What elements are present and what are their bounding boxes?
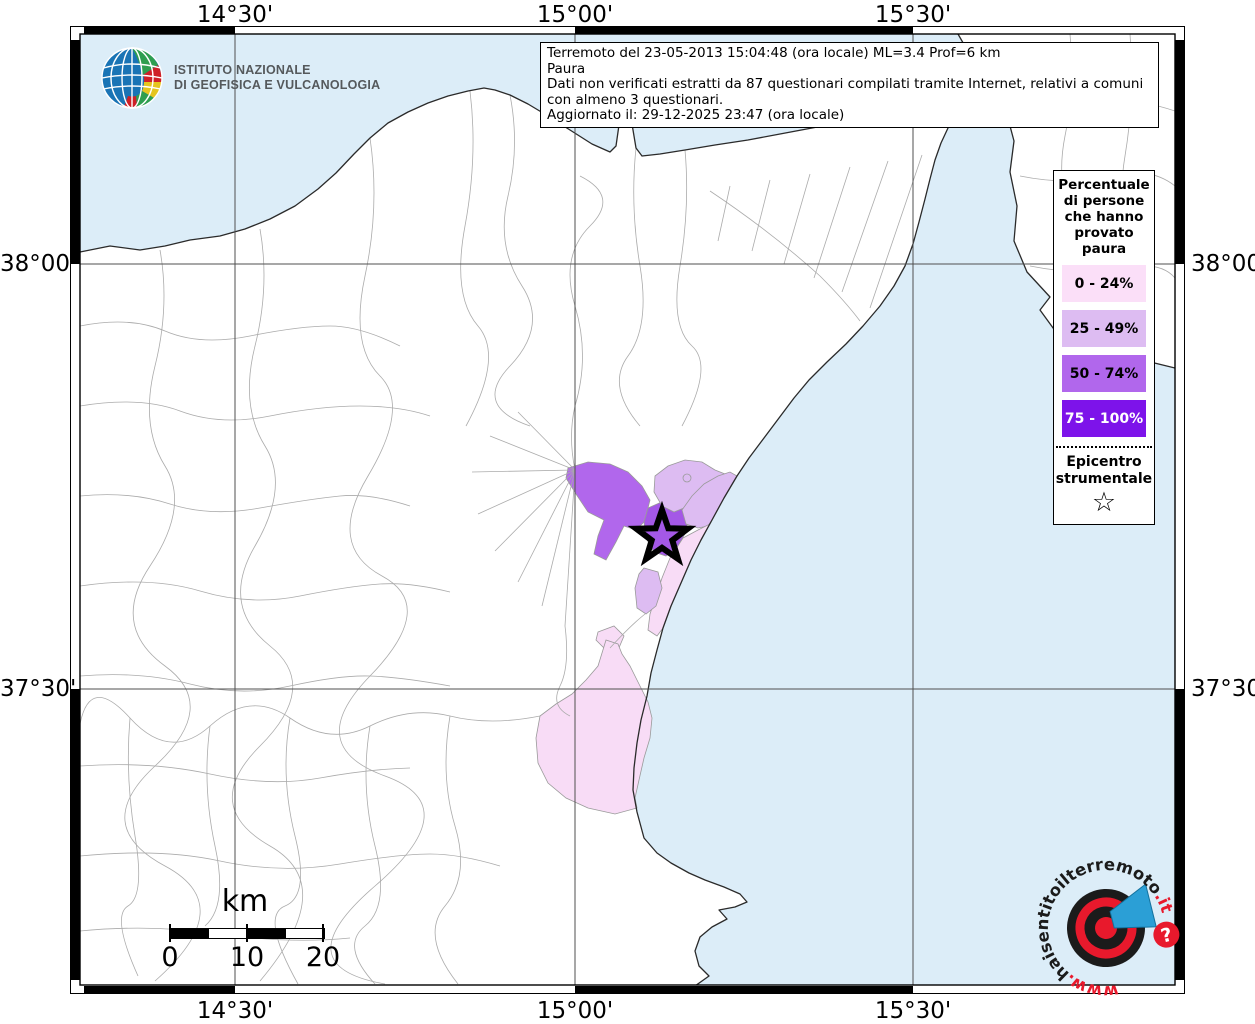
scale-number-20: 20 xyxy=(305,942,341,973)
axis-label-left-37-30: 37°30' xyxy=(0,676,77,702)
event-updated-at: Aggiornato il: 29-12-2025 23:47 (ora loc… xyxy=(547,107,845,124)
legend-divider xyxy=(1056,446,1152,448)
legend-class-0-24: 0 - 24% xyxy=(1062,265,1146,302)
legend-epicenter-label: strumentale xyxy=(1055,471,1153,487)
legend-title-line: provato xyxy=(1074,225,1134,241)
event-info-box: Terremoto del 23-05-2013 15:04:48 (ora l… xyxy=(540,42,1159,128)
legend-title-line: Percentuale xyxy=(1058,177,1150,193)
axis-label-bottom-14-30: 14°30' xyxy=(196,998,274,1024)
ingv-logo-text-line1: ISTITUTO NAZIONALE xyxy=(174,63,311,77)
scale-tick xyxy=(322,924,324,942)
scale-bar: km 0 10 20 xyxy=(160,884,340,984)
legend-epicenter-label: Epicentro xyxy=(1066,454,1142,470)
legend-title-line: paura xyxy=(1081,241,1127,257)
legend-class-75-100: 75 - 100% xyxy=(1062,400,1146,437)
event-data-note: Dati non verificati estratti da 87 quest… xyxy=(547,76,1144,108)
scale-bar-unit: km xyxy=(221,884,269,919)
legend-class-50-74: 50 - 74% xyxy=(1062,355,1146,392)
ingv-logo: ISTITUTO NAZIONALE DI GEOFISICA E VULCAN… xyxy=(100,46,380,110)
legend: Percentuale di persone che hanno provato… xyxy=(1053,170,1155,525)
event-map-type: Paura xyxy=(547,60,586,77)
scale-number-0: 0 xyxy=(161,942,179,973)
event-title: Terremoto del 23-05-2013 15:04:48 (ora l… xyxy=(547,45,1001,61)
legend-class-25-49: 25 - 49% xyxy=(1062,310,1146,347)
axis-label-top-15-30: 15°30' xyxy=(874,2,952,28)
scale-tick xyxy=(169,924,171,942)
legend-epicenter-star-icon: ☆ xyxy=(1091,487,1117,518)
scale-number-10: 10 xyxy=(229,942,265,973)
legend-title-line: che hanno xyxy=(1064,209,1144,225)
legend-title-line: di persone xyxy=(1063,193,1145,209)
ingv-globe-icon xyxy=(101,47,163,109)
axis-label-right-38-00: 38°00' xyxy=(1191,251,1255,277)
haisentito-watermark-logo: ? www.haisentitoilterremoto.it xyxy=(1030,850,1182,1002)
axis-label-top-14-30: 14°30' xyxy=(196,2,274,28)
ingv-logo-text-line2: DI GEOFISICA E VULCANOLOGIA xyxy=(174,78,381,92)
axis-label-top-15-00: 15°00' xyxy=(536,2,614,28)
map-canvas xyxy=(70,26,1185,994)
seismic-intensity-map-page: { "ingv_logo": { "line1": "ISTITUTO NAZI… xyxy=(0,0,1255,1024)
scale-tick xyxy=(246,924,248,942)
scale-bar-segments xyxy=(170,928,325,939)
axis-label-right-37-30: 37°30' xyxy=(1191,676,1255,702)
axis-label-bottom-15-00: 15°00' xyxy=(536,998,614,1024)
axis-label-left-38-00: 38°00' xyxy=(0,251,77,277)
axis-label-bottom-15-30: 15°30' xyxy=(874,998,952,1024)
